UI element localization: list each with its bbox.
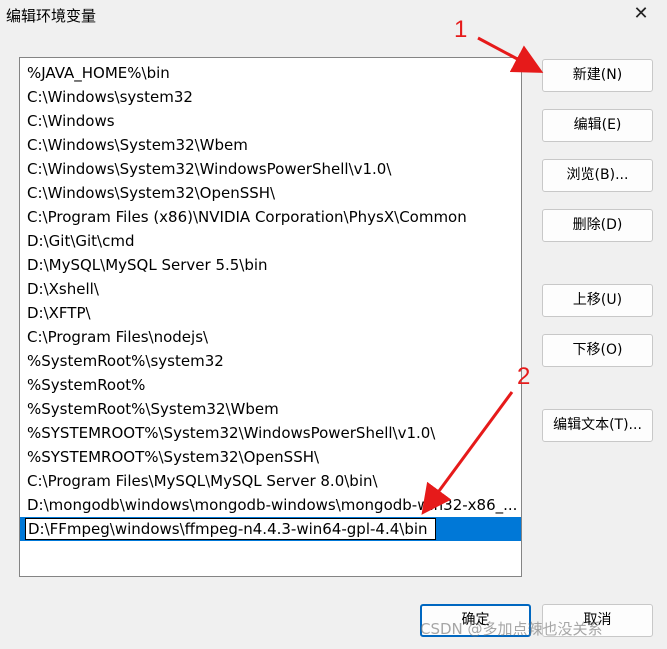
arrow-to-edit-input: [421, 391, 514, 515]
watermark: CSDN @多加点辣也没关系: [420, 620, 603, 638]
annotation-arrows: [421, 36, 544, 515]
annotation-label-1: 1: [454, 16, 468, 43]
arrow-to-new-button: [477, 36, 544, 73]
annotation-label-2: 2: [517, 363, 531, 390]
